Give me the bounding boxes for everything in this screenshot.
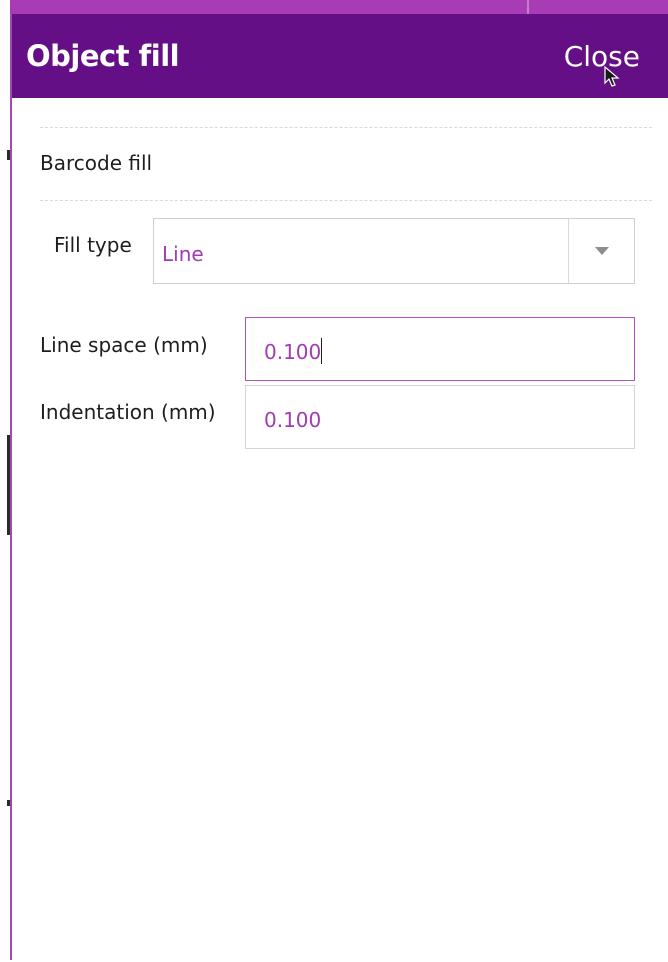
mouse-pointer-icon (604, 66, 620, 87)
top-strip-divider (527, 0, 529, 14)
line-space-input[interactable] (264, 340, 634, 364)
fill-type-select[interactable]: Line (153, 218, 635, 284)
line-space-label: Line space (mm) (40, 333, 208, 357)
close-button[interactable]: Close (564, 40, 640, 73)
indentation-field[interactable] (245, 385, 635, 449)
fill-type-label: Fill type (54, 233, 132, 257)
indentation-input[interactable] (264, 408, 634, 432)
window-top-strip (10, 0, 668, 14)
panel-header: Object fill Close (12, 14, 668, 98)
left-edge (0, 0, 10, 962)
object-fill-panel: Object fill Close Barcode fill Fill type… (10, 14, 668, 960)
fill-type-value: Line (162, 242, 204, 266)
section-title: Barcode fill (40, 151, 153, 175)
dropdown-button[interactable] (568, 219, 634, 283)
text-caret (321, 338, 322, 364)
indentation-label: Indentation (mm) (40, 400, 216, 424)
panel-title: Object fill (26, 39, 180, 73)
screen: Object fill Close Barcode fill Fill type… (0, 0, 668, 962)
section-separator-top (40, 127, 652, 128)
chevron-down-icon (594, 247, 609, 255)
section-separator-bottom (40, 200, 652, 201)
line-space-field[interactable] (245, 317, 635, 381)
